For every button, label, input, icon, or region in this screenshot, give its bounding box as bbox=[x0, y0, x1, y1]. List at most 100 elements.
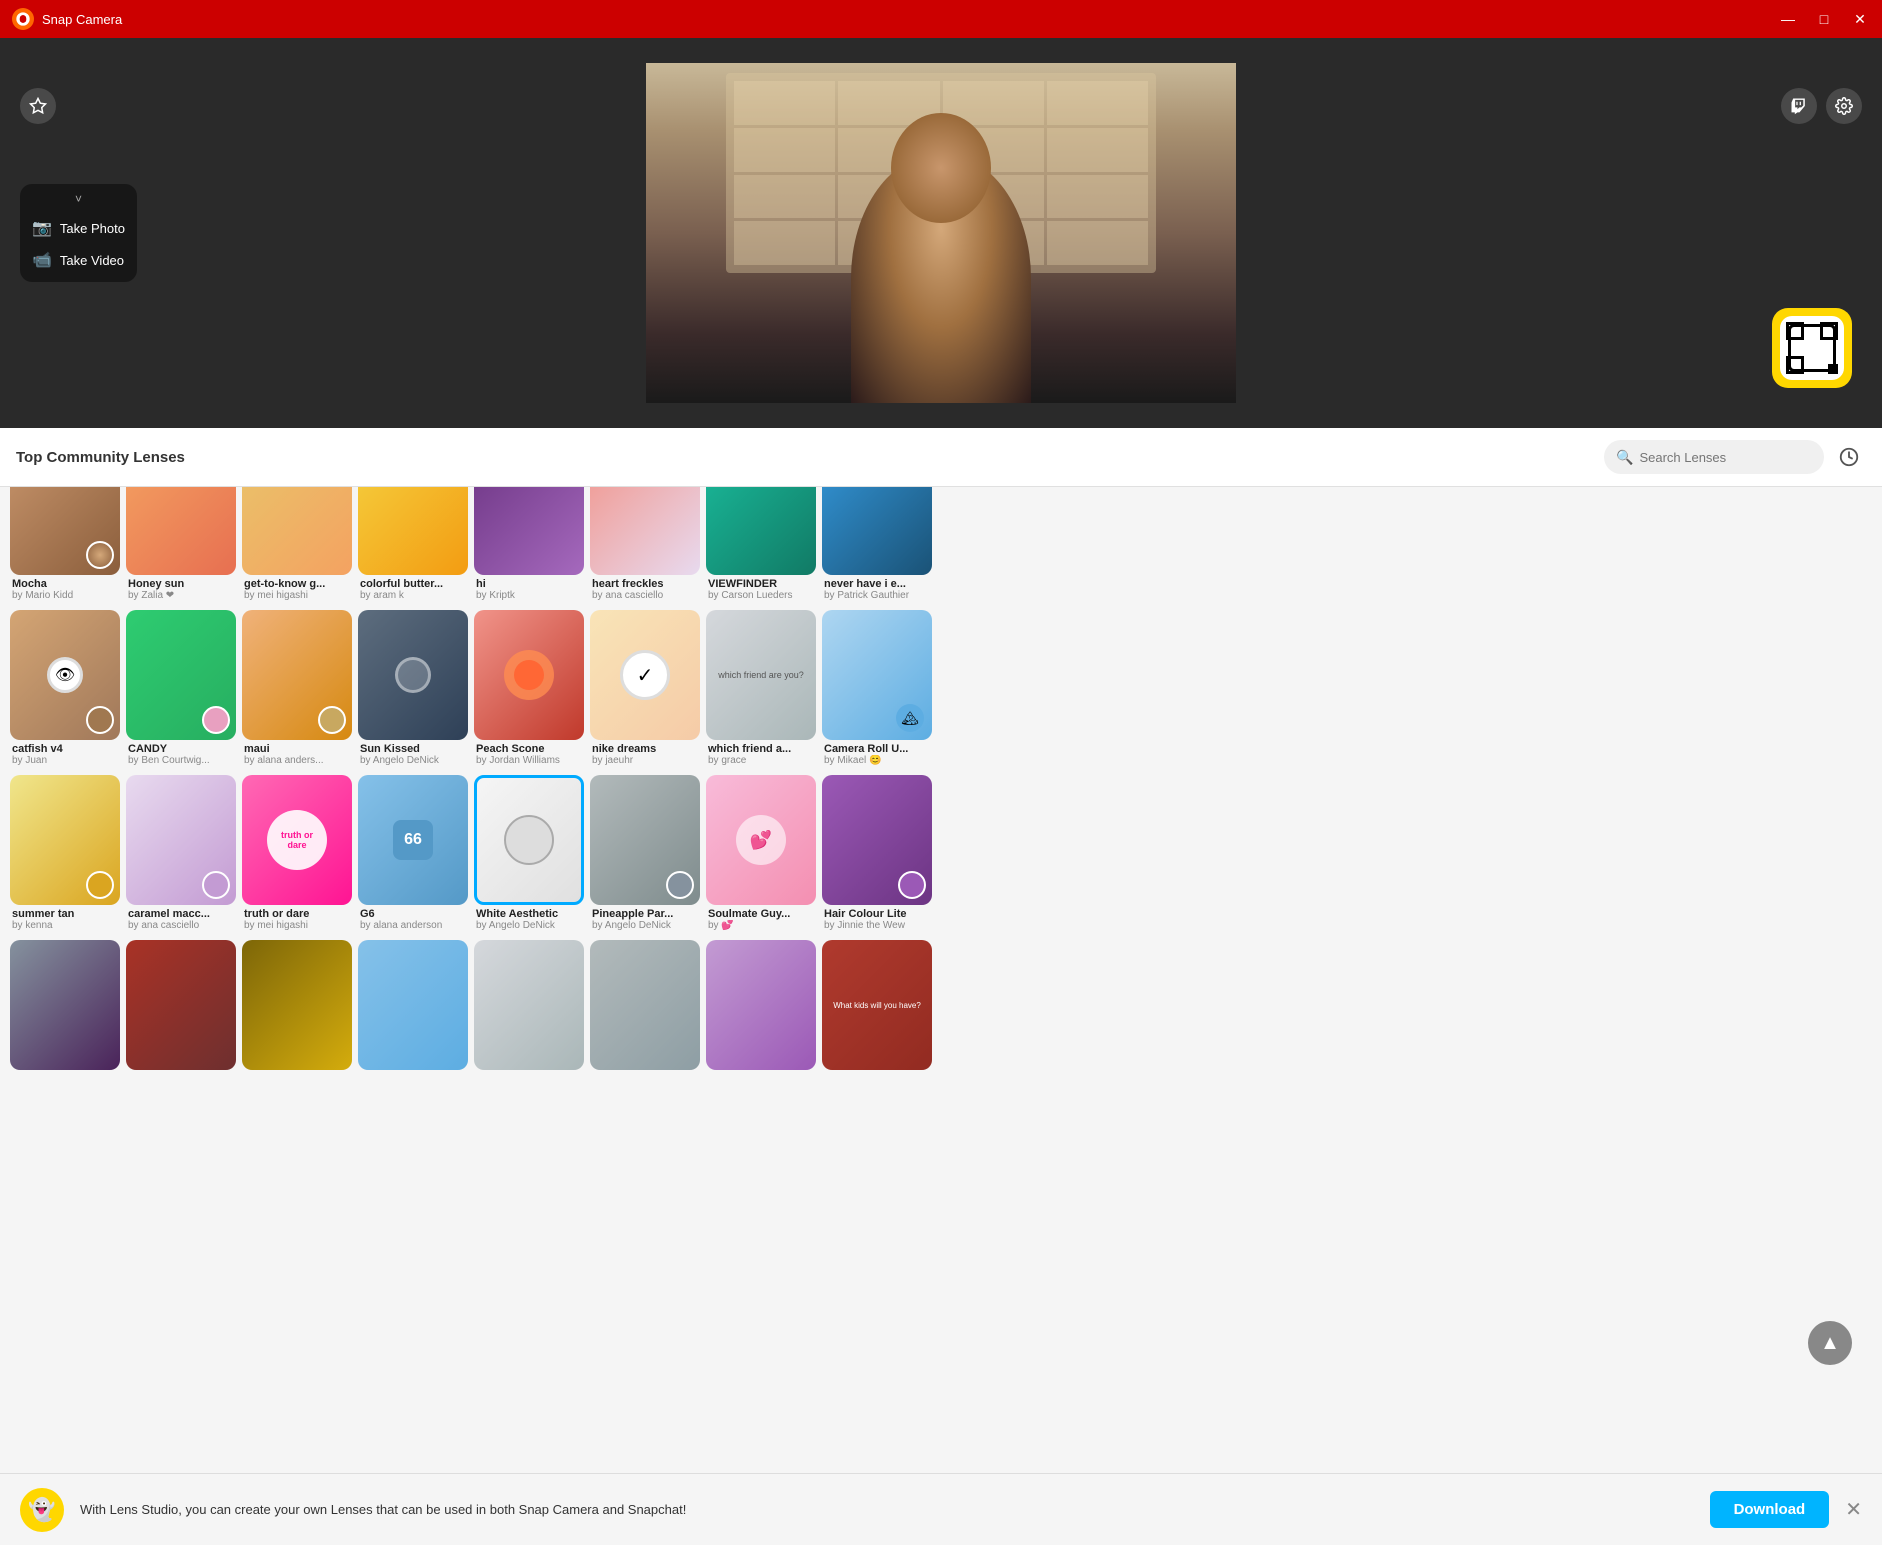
lens-thumbnail bbox=[126, 487, 236, 575]
lens-name: nike dreams bbox=[592, 743, 698, 755]
download-button[interactable]: Download bbox=[1710, 1491, 1830, 1528]
lens-author: by Mikael 😊 bbox=[824, 755, 930, 766]
list-item[interactable]: VIEWFINDER by Carson Lueders bbox=[706, 487, 816, 604]
list-item[interactable]: summer tan by kenna bbox=[10, 775, 120, 934]
take-photo-button[interactable]: 📷 Take Photo bbox=[32, 214, 125, 242]
lens-grid: Mocha by Mario Kidd Honey sun by Zalia ❤… bbox=[0, 487, 1882, 1542]
lens-author: by Jinnie the Wew bbox=[824, 920, 930, 931]
lens-thumbnail bbox=[474, 487, 584, 575]
list-item[interactable]: Peach Scone by Jordan Williams bbox=[474, 610, 584, 769]
history-button[interactable] bbox=[1832, 440, 1866, 474]
camera-feed bbox=[646, 63, 1236, 403]
list-item[interactable]: 💕 Soulmate Guy... by 💕 bbox=[706, 775, 816, 934]
close-button[interactable]: ✕ bbox=[1850, 9, 1870, 29]
list-item[interactable]: White Aesthetic by Angelo DeNick bbox=[474, 775, 584, 934]
lens-thumbnail bbox=[10, 940, 120, 1070]
lens-name bbox=[12, 1073, 118, 1085]
lens-author: by grace bbox=[708, 755, 814, 766]
list-item[interactable] bbox=[10, 940, 120, 1099]
list-item[interactable]: 🏔 Camera Roll U... by Mikael 😊 bbox=[822, 610, 932, 769]
lens-info bbox=[474, 1070, 584, 1099]
lens-info: Peach Scone by Jordan Williams bbox=[474, 740, 584, 769]
lens-author bbox=[360, 1085, 466, 1096]
list-item[interactable]: Mocha by Mario Kidd bbox=[10, 487, 120, 604]
list-item[interactable]: 👁 catfish v4 by Juan bbox=[10, 610, 120, 769]
lens-thumbnail bbox=[358, 487, 468, 575]
settings-button[interactable] bbox=[1826, 88, 1862, 124]
lens-info: Soulmate Guy... by 💕 bbox=[706, 905, 816, 934]
list-item[interactable]: caramel macc... by ana casciello bbox=[126, 775, 236, 934]
lens-thumbnail: which friend are you? bbox=[706, 610, 816, 740]
list-item[interactable] bbox=[126, 940, 236, 1099]
list-item[interactable]: which friend are you? which friend a... … bbox=[706, 610, 816, 769]
lens-author: by Mario Kidd bbox=[12, 590, 118, 601]
list-item[interactable]: maui by alana anders... bbox=[242, 610, 352, 769]
list-item[interactable]: truth or dare truth or dare by mei higas… bbox=[242, 775, 352, 934]
list-item[interactable]: Honey sun by Zalia ❤ bbox=[126, 487, 236, 604]
lens-thumbnail bbox=[242, 940, 352, 1070]
list-item[interactable]: get-to-know g... by mei higashi bbox=[242, 487, 352, 604]
list-item[interactable] bbox=[590, 940, 700, 1099]
list-item[interactable]: Pineapple Par... by Angelo DeNick bbox=[590, 775, 700, 934]
list-item[interactable]: 66 G6 by alana anderson bbox=[358, 775, 468, 934]
lens-author bbox=[476, 1085, 582, 1096]
lens-thumbnail bbox=[358, 940, 468, 1070]
notification-close-button[interactable]: ✕ bbox=[1845, 1497, 1862, 1522]
lens-info bbox=[10, 1070, 120, 1099]
lens-info: G6 by alana anderson bbox=[358, 905, 468, 934]
lens-author: by ana casciello bbox=[128, 920, 234, 931]
lens-author: by ana casciello bbox=[592, 590, 698, 601]
list-item[interactable] bbox=[242, 940, 352, 1099]
list-item[interactable]: Sun Kissed by Angelo DeNick bbox=[358, 610, 468, 769]
lens-info: colorful butter... by aram k bbox=[358, 575, 468, 604]
lens-author: by kenna bbox=[12, 920, 118, 931]
lens-author: by Juan bbox=[12, 755, 118, 766]
lens-info: truth or dare by mei higashi bbox=[242, 905, 352, 934]
lens-info: Hair Colour Lite by Jinnie the Wew bbox=[822, 905, 932, 934]
twitch-button[interactable] bbox=[1781, 88, 1817, 124]
list-item[interactable]: colorful butter... by aram k bbox=[358, 487, 468, 604]
take-video-button[interactable]: 📹 Take Video bbox=[32, 246, 125, 274]
lens-info: Mocha by Mario Kidd bbox=[10, 575, 120, 604]
lens-author bbox=[708, 1085, 814, 1096]
lens-name bbox=[592, 1073, 698, 1085]
lens-author: by mei higashi bbox=[244, 920, 350, 931]
camera-area: ˅ 📷 Take Photo 📹 Take Video bbox=[0, 38, 1882, 428]
lens-author: by Angelo DeNick bbox=[592, 920, 698, 931]
lens-thumbnail bbox=[590, 487, 700, 575]
list-item[interactable] bbox=[358, 940, 468, 1099]
lens-info: which friend a... by grace bbox=[706, 740, 816, 769]
lens-author: by 💕 bbox=[708, 920, 814, 931]
lens-name: get-to-know g... bbox=[244, 578, 350, 590]
scroll-up-button[interactable]: ▲ bbox=[1808, 1321, 1852, 1365]
lens-name bbox=[244, 1073, 350, 1085]
lens-studio-icon: 👻 bbox=[20, 1488, 64, 1532]
minimize-button[interactable]: — bbox=[1778, 9, 1798, 29]
lens-info: heart freckles by ana casciello bbox=[590, 575, 700, 604]
lens-row-1: 👁 catfish v4 by Juan CANDY by Ben Courtw… bbox=[10, 610, 1872, 769]
lens-thumbnail bbox=[706, 487, 816, 575]
favorite-button[interactable] bbox=[20, 88, 56, 124]
maximize-button[interactable]: □ bbox=[1814, 9, 1834, 29]
list-item[interactable] bbox=[706, 940, 816, 1099]
search-box[interactable]: 🔍 bbox=[1604, 440, 1824, 474]
lens-thumbnail bbox=[126, 940, 236, 1070]
list-item[interactable]: heart freckles by ana casciello bbox=[590, 487, 700, 604]
lens-thumbnail: 🏔 bbox=[822, 610, 932, 740]
list-item[interactable]: never have i e... by Patrick Gauthier bbox=[822, 487, 932, 604]
list-item[interactable]: What kids will you have? bbox=[822, 940, 932, 1099]
list-item[interactable]: CANDY by Ben Courtwig... bbox=[126, 610, 236, 769]
list-item[interactable]: Hair Colour Lite by Jinnie the Wew bbox=[822, 775, 932, 934]
list-item[interactable]: hi by Kriptk bbox=[474, 487, 584, 604]
lens-author: by Kriptk bbox=[476, 590, 582, 601]
lens-author: by alana anderson bbox=[360, 920, 466, 931]
lens-row-0: Mocha by Mario Kidd Honey sun by Zalia ❤… bbox=[10, 487, 1872, 604]
collapse-arrow[interactable]: ˅ bbox=[32, 192, 125, 206]
notification-text: With Lens Studio, you can create your ow… bbox=[80, 1502, 1694, 1517]
lens-thumbnail bbox=[822, 775, 932, 905]
search-input[interactable] bbox=[1639, 450, 1799, 465]
lens-row-3: What kids will you have? bbox=[10, 940, 1872, 1099]
lens-thumbnail bbox=[126, 610, 236, 740]
list-item[interactable] bbox=[474, 940, 584, 1099]
list-item[interactable]: ✓ nike dreams by jaeuhr bbox=[590, 610, 700, 769]
